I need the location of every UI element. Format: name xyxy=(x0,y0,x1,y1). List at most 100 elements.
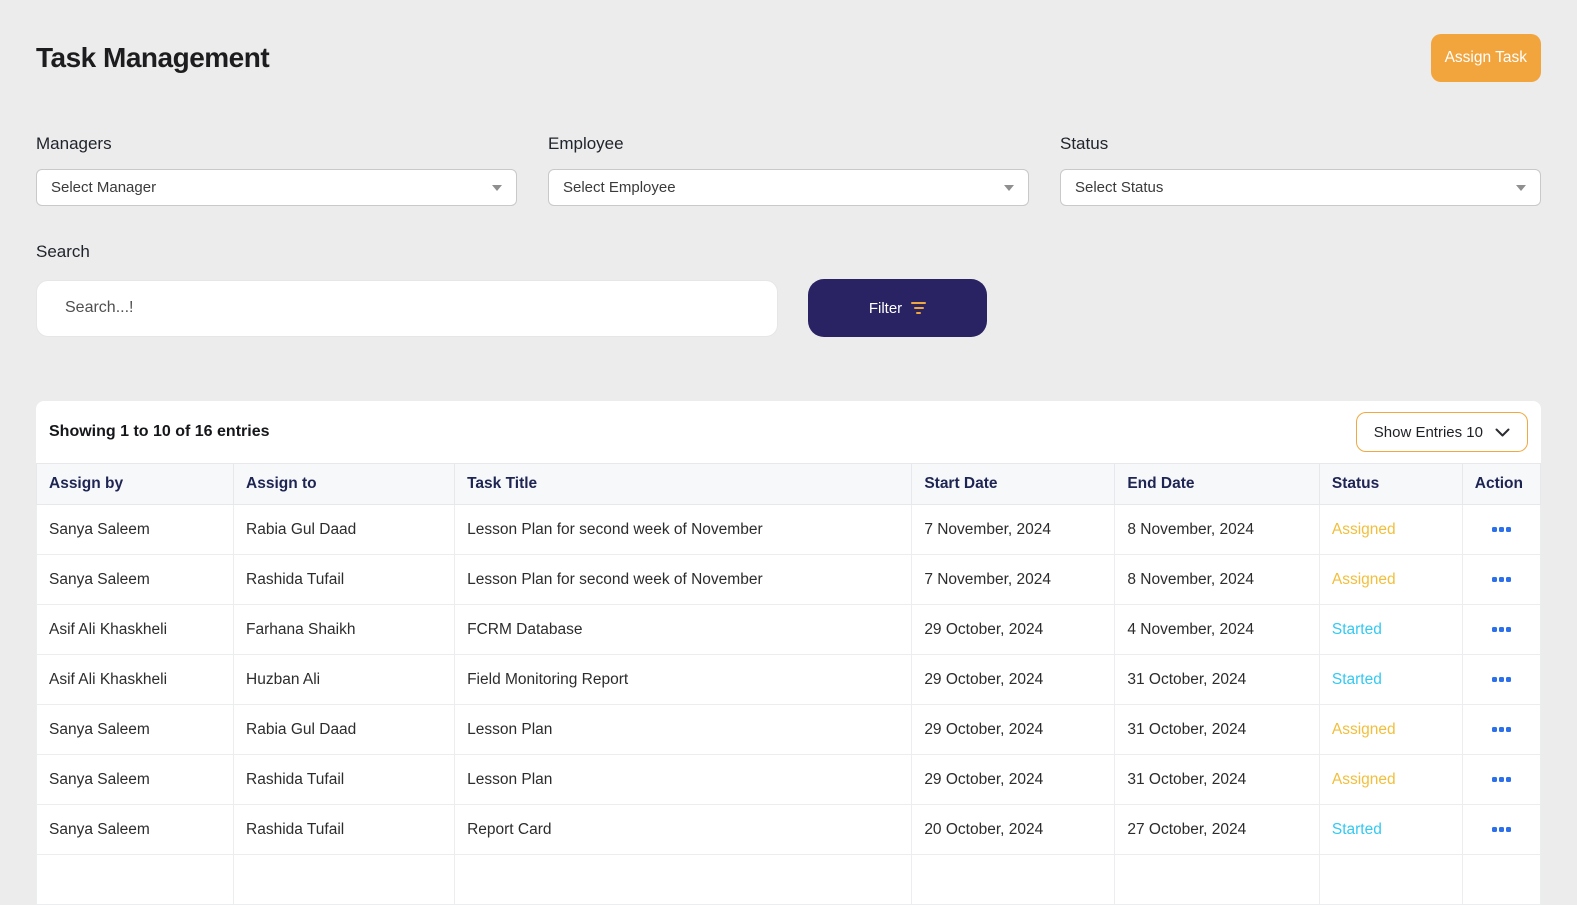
end-date-cell: 8 November, 2024 xyxy=(1114,554,1320,605)
assign-to-cell: Rabia Gul Daad xyxy=(233,504,456,555)
start-date-cell: 29 October, 2024 xyxy=(911,704,1116,755)
managers-label: Managers xyxy=(36,134,112,153)
status-filter: Status Select Status xyxy=(1060,134,1541,206)
employee-select-value: Select Employee xyxy=(563,179,676,196)
column-header: Status xyxy=(1318,463,1463,505)
row-actions-ellipsis-button[interactable] xyxy=(1475,627,1528,632)
entries-summary: Showing 1 to 10 of 16 entries xyxy=(49,423,270,440)
table-toolbar: Showing 1 to 10 of 16 entries Show Entri… xyxy=(36,401,1541,463)
task-title-cell: Lesson Plan xyxy=(454,704,913,755)
table-row: Sanya Saleem Rashida Tufail Report Card 20 … xyxy=(35,804,1542,855)
table-body: Sanya Saleem Rabia Gul Daad Lesson Plan fo… xyxy=(35,504,1542,905)
status-select[interactable]: Select Status xyxy=(1060,169,1541,206)
assign-by-cell: Sanya Saleem xyxy=(35,504,235,555)
assign-to-cell: Rashida Tufail xyxy=(233,754,456,805)
column-header: Action xyxy=(1461,463,1542,505)
employee-label: Employee xyxy=(548,134,624,153)
status-cell: Started xyxy=(1318,604,1463,655)
tasks-table: Assign by Assign to Task Title Start Date En… xyxy=(35,463,1542,905)
search-input[interactable] xyxy=(36,279,778,337)
status-cell: Assigned xyxy=(1318,504,1463,555)
table-row: Sanya Saleem Rabia Gul Daad Lesson Plan 29 … xyxy=(35,704,1542,755)
chevron-down-icon xyxy=(1495,428,1510,436)
status-badge: Assigned xyxy=(1331,720,1396,738)
start-date-cell: 7 November, 2024 xyxy=(911,504,1116,555)
assign-by-cell: Sanya Saleem xyxy=(35,804,235,855)
status-select-value: Select Status xyxy=(1075,179,1164,196)
row-actions-ellipsis-button[interactable] xyxy=(1475,827,1528,832)
page-header: Task Management Assign Task xyxy=(36,34,1541,82)
column-header: Assign to xyxy=(233,463,456,505)
end-date-cell: 4 November, 2024 xyxy=(1114,604,1320,655)
row-actions-ellipsis-button[interactable] xyxy=(1475,677,1528,682)
end-date-cell: 31 October, 2024 xyxy=(1114,654,1320,705)
managers-filter: Managers Select Manager xyxy=(36,134,517,206)
end-date-cell: 31 October, 2024 xyxy=(1114,704,1320,755)
status-cell: Started xyxy=(1318,654,1463,705)
manager-select-value: Select Manager xyxy=(51,179,157,196)
search-label: Search xyxy=(36,242,90,261)
task-title-cell: Report Card xyxy=(454,804,913,855)
action-cell xyxy=(1461,604,1542,655)
task-title-cell: Lesson Plan xyxy=(454,754,913,805)
table-row: Sanya Saleem Rashida Tufail Lesson Plan fo… xyxy=(35,554,1542,605)
status-label: Status xyxy=(1060,134,1109,153)
assign-to-cell: Farhana Shaikh xyxy=(233,604,456,655)
caret-down-icon xyxy=(1516,184,1526,191)
assign-to-cell: Rashida Tufail xyxy=(233,804,456,855)
table-header-row: Assign by Assign to Task Title Start Date En… xyxy=(35,463,1542,505)
assign-by-cell: Asif Ali Khaskheli xyxy=(35,604,235,655)
start-date-cell: 29 October, 2024 xyxy=(911,754,1116,805)
status-badge: Started xyxy=(1331,820,1382,838)
status-badge: Assigned xyxy=(1331,770,1396,788)
table-row-partial xyxy=(35,854,1542,905)
assign-to-cell: Rabia Gul Daad xyxy=(233,704,456,755)
table-row: Asif Ali Khaskheli Farhana Shaikh FCRM Dat… xyxy=(35,604,1542,655)
start-date-cell: 20 October, 2024 xyxy=(911,804,1116,855)
task-management-page: Task Management Assign Task Managers Sel… xyxy=(0,34,1577,905)
assign-to-cell: Rashida Tufail xyxy=(233,554,456,605)
employee-select[interactable]: Select Employee xyxy=(548,169,1029,206)
assign-by-cell: Sanya Saleem xyxy=(35,554,235,605)
row-actions-ellipsis-button[interactable] xyxy=(1475,777,1528,782)
assign-to-cell: Huzban Ali xyxy=(233,654,456,705)
status-badge: Started xyxy=(1331,670,1382,688)
status-badge: Assigned xyxy=(1331,570,1396,588)
page-title: Task Management xyxy=(36,42,270,73)
action-cell xyxy=(1461,654,1542,705)
status-cell: Started xyxy=(1318,804,1463,855)
column-header: Task Title xyxy=(454,463,913,505)
assign-by-cell: Sanya Saleem xyxy=(35,704,235,755)
start-date-cell: 29 October, 2024 xyxy=(911,654,1116,705)
task-title-cell: Lesson Plan for second week of November xyxy=(454,504,913,555)
status-cell: Assigned xyxy=(1318,754,1463,805)
column-header: Assign by xyxy=(35,463,235,505)
column-header: End Date xyxy=(1114,463,1320,505)
row-actions-ellipsis-button[interactable] xyxy=(1475,577,1528,582)
status-badge: Assigned xyxy=(1331,520,1396,538)
end-date-cell: 8 November, 2024 xyxy=(1114,504,1320,555)
manager-select[interactable]: Select Manager xyxy=(36,169,517,206)
start-date-cell: 29 October, 2024 xyxy=(911,604,1116,655)
task-title-cell: Lesson Plan for second week of November xyxy=(454,554,913,605)
task-title-cell: Field Monitoring Report xyxy=(454,654,913,705)
action-cell xyxy=(1461,754,1542,805)
row-actions-ellipsis-button[interactable] xyxy=(1475,727,1528,732)
filter-button[interactable]: Filter xyxy=(808,279,987,337)
filters-row: Managers Select Manager Employee Select … xyxy=(36,134,1541,206)
action-cell xyxy=(1461,554,1542,605)
status-cell: Assigned xyxy=(1318,554,1463,605)
status-cell: Assigned xyxy=(1318,704,1463,755)
tasks-table-card: Showing 1 to 10 of 16 entries Show Entri… xyxy=(35,401,1542,905)
filter-funnel-icon xyxy=(911,302,927,314)
start-date-cell: 7 November, 2024 xyxy=(911,554,1116,605)
action-cell xyxy=(1461,804,1542,855)
show-entries-dropdown[interactable]: Show Entries 10 xyxy=(1355,412,1528,452)
action-cell xyxy=(1461,704,1542,755)
show-entries-label: Show Entries 10 xyxy=(1373,423,1483,441)
end-date-cell: 27 October, 2024 xyxy=(1114,804,1320,855)
assign-task-button[interactable]: Assign Task xyxy=(1430,34,1541,82)
end-date-cell: 31 October, 2024 xyxy=(1114,754,1320,805)
status-badge: Started xyxy=(1331,620,1382,638)
row-actions-ellipsis-button[interactable] xyxy=(1475,527,1528,532)
